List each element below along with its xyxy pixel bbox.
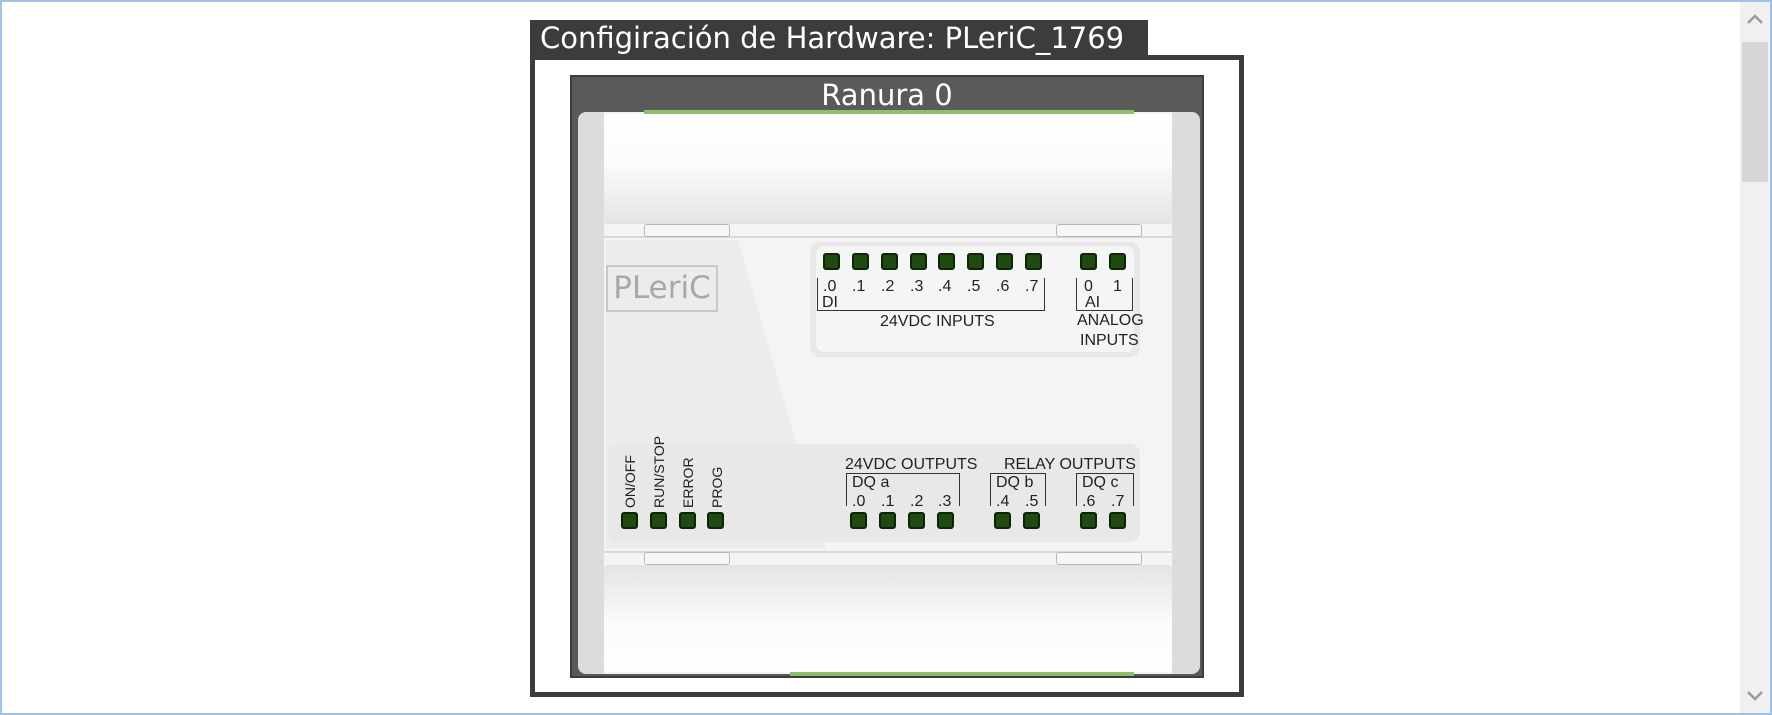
bottom-terminal-cover[interactable] [604, 565, 1172, 672]
dq-led-3 [937, 512, 954, 529]
dq-led-6 [1080, 512, 1097, 529]
plc-logo: PLeriC [606, 265, 718, 312]
ai-led-1 [1109, 253, 1126, 270]
vertical-scrollbar[interactable] [1740, 2, 1770, 713]
dq-led-4 [994, 512, 1011, 529]
di-led-7 [1025, 253, 1042, 270]
status-led-error [679, 512, 696, 529]
di-bracket [817, 278, 1045, 311]
top-right-latch [1056, 224, 1142, 237]
ai-caption-line2: INPUTS [1080, 332, 1139, 349]
ai-caption-line1: ANALOG [1077, 312, 1144, 329]
di-led-6 [996, 253, 1013, 270]
dq-a-out-2: .2 [910, 493, 924, 510]
status-label-error: ERROR [680, 457, 696, 508]
ai-led-0 [1080, 253, 1097, 270]
top-terminal-cover[interactable] [604, 114, 1172, 224]
chevron-down-icon [1747, 691, 1763, 701]
dq-led-2 [908, 512, 925, 529]
bottom-right-latch [1056, 552, 1142, 565]
di-led-0 [823, 253, 840, 270]
dq-led-7 [1109, 512, 1126, 529]
di-led-2 [881, 253, 898, 270]
scroll-up-button[interactable] [1740, 4, 1770, 34]
status-label-runstop: RUN/STOP [651, 435, 667, 508]
scrollbar-thumb[interactable] [1742, 42, 1768, 182]
dq-b-out-5: .5 [1025, 493, 1039, 510]
chevron-up-icon [1747, 14, 1763, 24]
dq-c-out-7: .7 [1111, 493, 1125, 510]
dq-a-out-1: .1 [881, 493, 895, 510]
dq-led-5 [1023, 512, 1040, 529]
di-led-3 [910, 253, 927, 270]
di-led-5 [967, 253, 984, 270]
bottom-left-latch [644, 552, 730, 565]
dq-c-label: DQ c [1082, 474, 1119, 491]
slot-title: Ranura 0 [821, 78, 953, 112]
relay-outputs-caption: RELAY OUTPUTS [1004, 456, 1136, 473]
status-label-prog: PROG [709, 466, 725, 508]
dq-c-out-6: .6 [1082, 493, 1096, 510]
top-left-latch [644, 224, 730, 237]
status-led-onoff [621, 512, 638, 529]
ai-group-label: AI [1085, 294, 1101, 311]
status-label-onoff: ON/OFF [622, 455, 638, 508]
dq-led-1 [879, 512, 896, 529]
hardware-config-title: Configiración de Hardware: PLeriC_1769 [530, 20, 1148, 56]
dq-a-label: DQ a [852, 474, 890, 491]
dq-a-out-3: .3 [938, 493, 952, 510]
scroll-down-button[interactable] [1740, 681, 1770, 711]
di-group-label: DI [822, 294, 838, 311]
dq-b-label: DQ b [996, 474, 1034, 491]
di-caption: 24VDC INPUTS [880, 313, 995, 330]
dc-outputs-caption: 24VDC OUTPUTS [845, 456, 978, 473]
di-led-4 [938, 253, 955, 270]
dq-a-out-0: .0 [852, 493, 866, 510]
status-led-prog [707, 512, 724, 529]
dq-led-0 [850, 512, 867, 529]
status-led-runstop [650, 512, 667, 529]
bottom-connector-strip [790, 672, 1134, 676]
di-led-1 [852, 253, 869, 270]
dq-b-out-4: .4 [996, 493, 1010, 510]
